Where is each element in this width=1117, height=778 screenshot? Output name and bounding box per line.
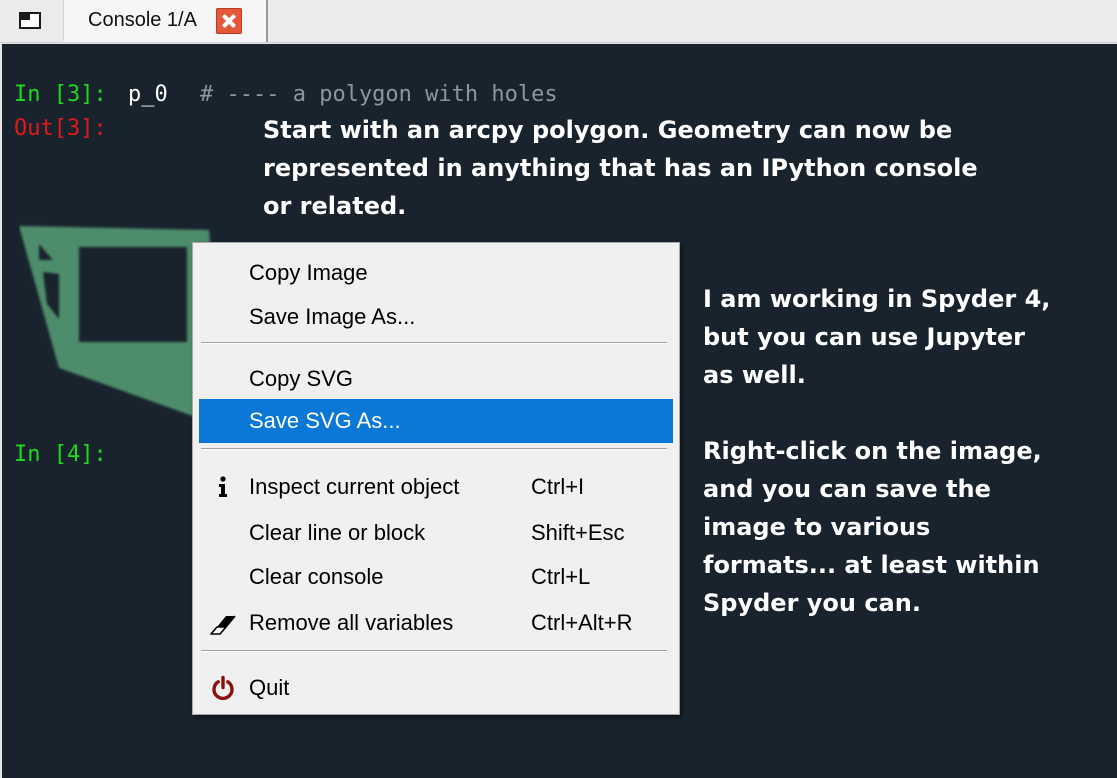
annotation-intro: Start with an arcpy polygon. Geometry ca… bbox=[263, 111, 978, 225]
annotation-spyder: I am working in Spyder 4, but you can us… bbox=[703, 280, 1050, 394]
menu-item-label: Copy SVG bbox=[249, 366, 353, 391]
annotation-line: represented in anything that has an IPyt… bbox=[263, 154, 978, 182]
menu-item-remove-variables[interactable]: Remove all variables Ctrl+Alt+R bbox=[199, 601, 673, 645]
menu-item-shortcut: Ctrl+L bbox=[531, 564, 591, 589]
in-prompt-3: In [3]: bbox=[14, 82, 107, 107]
close-icon[interactable] bbox=[216, 8, 242, 34]
menu-item-label: Quit bbox=[249, 675, 290, 700]
annotation-line: I am working in Spyder 4, bbox=[703, 285, 1051, 313]
annotation-line: but you can use Jupyter bbox=[703, 323, 1025, 351]
annotation-line: and you can save the bbox=[703, 475, 991, 503]
annotation-line: Spyder you can. bbox=[703, 589, 921, 617]
menu-item-save-svg-as[interactable]: Save SVG As... bbox=[199, 399, 673, 443]
menu-item-copy-svg[interactable]: Copy SVG bbox=[199, 357, 673, 401]
eraser-icon bbox=[210, 615, 236, 635]
menu-item-save-image-as[interactable]: Save Image As... bbox=[199, 295, 673, 339]
annotation-line: Start with an arcpy polygon. Geometry ca… bbox=[263, 116, 953, 144]
power-icon bbox=[212, 675, 234, 701]
menu-item-shortcut: Shift+Esc bbox=[531, 520, 625, 545]
menu-item-label: Inspect current object bbox=[249, 474, 460, 499]
menu-item-shortcut: Ctrl+I bbox=[531, 474, 585, 499]
menu-separator bbox=[201, 650, 667, 652]
annotation-line: Right-click on the image, bbox=[703, 437, 1042, 465]
menu-item-shortcut: Ctrl+Alt+R bbox=[531, 610, 633, 635]
annotation-line: formats... at least within bbox=[703, 551, 1040, 579]
out-prompt-3: Out[3]: bbox=[14, 116, 107, 141]
menu-item-quit[interactable]: Quit bbox=[199, 666, 673, 710]
menu-item-label: Save Image As... bbox=[249, 304, 416, 329]
console-tab-bar: Console 1/A bbox=[0, 0, 1117, 43]
tab-label: Console 1/A bbox=[88, 9, 197, 31]
window-options-icon bbox=[19, 12, 41, 29]
menu-separator bbox=[201, 342, 667, 344]
annotation-right-click: Right-click on the image, and you can sa… bbox=[703, 432, 1042, 622]
tab-console-1a[interactable]: Console 1/A bbox=[64, 0, 268, 42]
menu-item-label: Clear console bbox=[249, 564, 384, 589]
menu-item-label: Save SVG As... bbox=[249, 408, 401, 433]
menu-separator bbox=[201, 448, 667, 450]
menu-item-label: Copy Image bbox=[249, 260, 368, 285]
menu-item-clear-line[interactable]: Clear line or block Shift+Esc bbox=[199, 511, 673, 555]
menu-item-inspect-object[interactable]: Inspect current object Ctrl+I bbox=[199, 465, 673, 509]
annotation-line: as well. bbox=[703, 361, 806, 389]
code-input: p_0 bbox=[128, 82, 168, 107]
menu-item-copy-image[interactable]: Copy Image bbox=[199, 251, 673, 295]
tab-options-button[interactable] bbox=[0, 0, 64, 41]
menu-item-label: Clear line or block bbox=[249, 520, 426, 545]
menu-item-label: Remove all variables bbox=[249, 610, 454, 635]
polygon-with-holes-image[interactable] bbox=[19, 220, 219, 420]
annotation-line: or related. bbox=[263, 192, 407, 220]
info-icon bbox=[219, 476, 227, 497]
menu-item-clear-console[interactable]: Clear console Ctrl+L bbox=[199, 555, 673, 599]
annotation-line: image to various bbox=[703, 513, 931, 541]
in-prompt-4: In [4]: bbox=[14, 442, 107, 467]
context-menu: Copy Image Save Image As... Copy SVG Sav… bbox=[192, 242, 680, 715]
code-comment: # ---- a polygon with holes bbox=[200, 82, 558, 107]
